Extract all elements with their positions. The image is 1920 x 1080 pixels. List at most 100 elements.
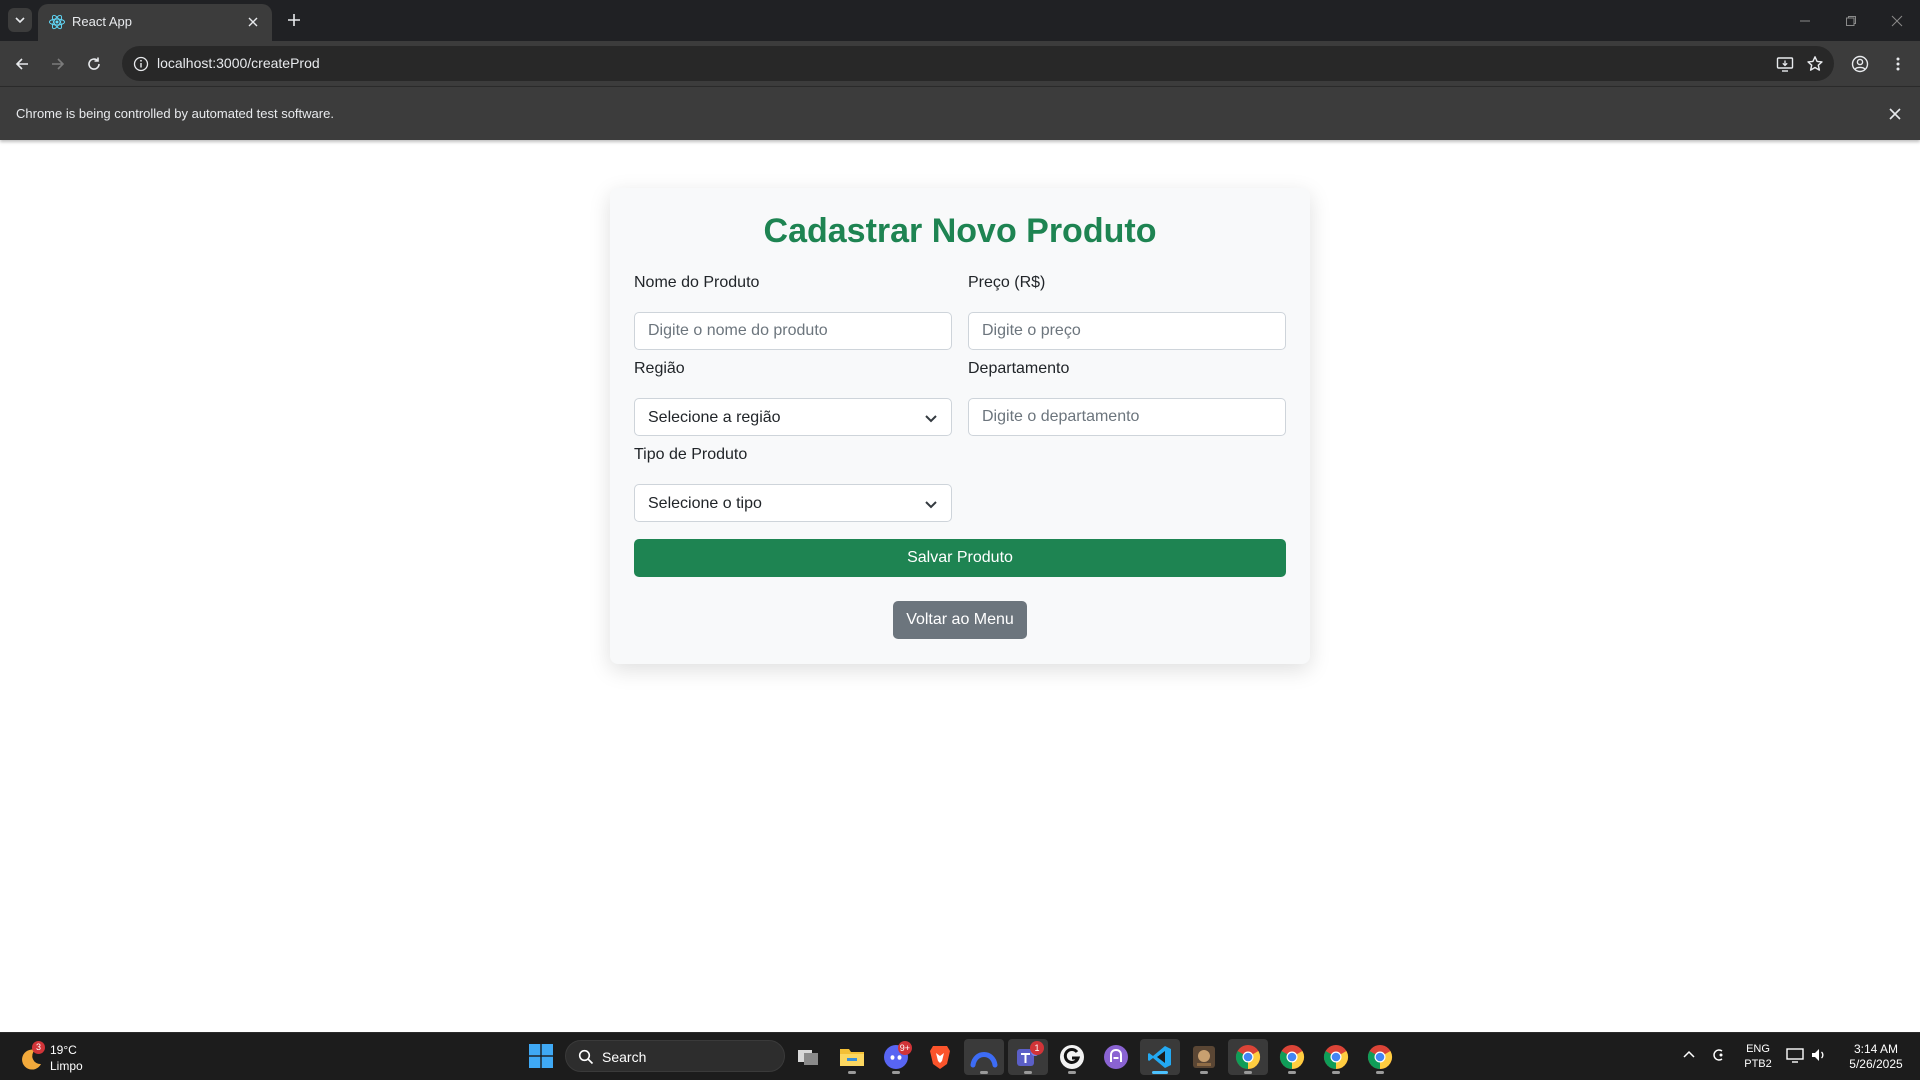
browser-tab[interactable]: React App: [38, 4, 272, 41]
new-tab-button[interactable]: [282, 8, 306, 32]
running-indicator: [1068, 1071, 1076, 1074]
github-icon: [1104, 1045, 1128, 1069]
taskbar-app-brave[interactable]: [920, 1039, 960, 1075]
chevron-down-icon: [925, 501, 937, 509]
site-info-button[interactable]: [130, 53, 152, 75]
automation-infobar: Chrome is being controlled by automated …: [0, 86, 1920, 140]
weather-badge: 3: [32, 1041, 45, 1054]
clock-time: 3:14 AM: [1853, 1042, 1899, 1056]
profile-button[interactable]: [1846, 50, 1874, 78]
browser-tab-strip: React App: [0, 0, 1920, 41]
brave-icon: [930, 1046, 950, 1069]
close-window-button[interactable]: [1874, 0, 1920, 41]
address-bar[interactable]: localhost:3000/createProd: [122, 46, 1834, 81]
search-icon: [578, 1049, 594, 1065]
volume-icon: [1812, 1049, 1824, 1061]
bookmark-button[interactable]: [1804, 53, 1826, 75]
taskbar-app-chrome-1[interactable]: [1228, 1039, 1268, 1075]
regiao-label: Região: [634, 360, 685, 377]
tray-overflow-button[interactable]: [1682, 1047, 1696, 1064]
taskbar-app-g[interactable]: [1052, 1039, 1092, 1075]
field-tipo-produto: Tipo de Produto Selecione o tipo: [634, 446, 952, 522]
preco-input[interactable]: [968, 312, 1286, 350]
taskbar-app-chrome-3[interactable]: [1316, 1039, 1356, 1075]
taskbar-clock[interactable]: 3:14 AM 5/26/2025: [1836, 1042, 1916, 1072]
close-icon: [1891, 15, 1903, 26]
weather-condition: Limpo: [50, 1059, 83, 1073]
arrow-left-icon: [15, 58, 28, 70]
reload-icon: [88, 57, 100, 70]
taskbar-app-file-explorer[interactable]: [832, 1039, 872, 1075]
back-to-menu-button[interactable]: Voltar ao Menu: [893, 601, 1027, 639]
clock-date: 5/26/2025: [1849, 1057, 1903, 1071]
taskbar-app-game[interactable]: [1184, 1039, 1224, 1075]
close-icon: [1889, 108, 1901, 120]
address-url: localhost:3000/createProd: [157, 55, 320, 71]
tipo-produto-select[interactable]: Selecione o tipo: [634, 484, 952, 522]
chrome-icon: [1235, 1045, 1261, 1069]
tab-close-button[interactable]: [244, 13, 262, 31]
product-form-card: Cadastrar Novo Produto Nome do Produto P…: [610, 188, 1310, 664]
taskbar-app-task-view[interactable]: [788, 1039, 828, 1075]
keyboard-layout: PTB2: [1744, 1058, 1772, 1070]
chevron-down-icon: [15, 17, 25, 24]
nome-produto-input[interactable]: [634, 312, 952, 350]
running-indicator: [1288, 1071, 1296, 1074]
discord-badge: 9+: [897, 1041, 912, 1055]
browser-toolbar: localhost:3000/createProd: [0, 41, 1920, 86]
network-icon: [1713, 1049, 1723, 1061]
infobar-close-button[interactable]: [1884, 103, 1906, 125]
chrome-menu-button[interactable]: [1884, 50, 1912, 78]
nome-produto-label: Nome do Produto: [634, 274, 760, 291]
tab-search-button[interactable]: [8, 8, 32, 32]
taskbar-app-teams[interactable]: 1: [1008, 1039, 1048, 1075]
tray-volume-button[interactable]: [1810, 1047, 1828, 1066]
tipo-selected-value: Selecione o tipo: [648, 495, 762, 512]
reload-button[interactable]: [80, 50, 108, 78]
restore-button[interactable]: [1828, 0, 1874, 41]
restore-icon: [1846, 15, 1856, 26]
plus-icon: [288, 14, 300, 26]
forward-button[interactable]: [44, 50, 72, 78]
page-title: Cadastrar Novo Produto: [763, 212, 1157, 250]
taskbar-app-vscode[interactable]: [1140, 1039, 1180, 1075]
install-app-button[interactable]: [1774, 53, 1796, 75]
g-app-icon: [1060, 1045, 1084, 1069]
save-product-button[interactable]: Salvar Produto: [634, 539, 1286, 577]
field-preco: Preço (R$): [968, 274, 1286, 350]
language-indicator[interactable]: ENG PTB2: [1736, 1042, 1780, 1072]
weather-temperature: 19°C: [50, 1043, 77, 1057]
start-button[interactable]: [524, 1039, 558, 1073]
minimize-button[interactable]: [1782, 0, 1828, 41]
field-departamento: Departamento: [968, 360, 1286, 436]
taskbar-app-chrome-4[interactable]: [1360, 1039, 1400, 1075]
tray-network-button[interactable]: [1712, 1047, 1728, 1066]
running-indicator: [1332, 1071, 1340, 1074]
back-button[interactable]: [8, 50, 36, 78]
arc-icon: [970, 1052, 998, 1068]
tray-display-button[interactable]: [1786, 1047, 1804, 1066]
info-icon: [133, 56, 149, 72]
taskbar-app-chrome-2[interactable]: [1272, 1039, 1312, 1075]
chevron-up-icon: [1683, 1050, 1695, 1058]
regiao-select[interactable]: Selecione a região: [634, 398, 952, 436]
account-icon: [1851, 55, 1869, 73]
taskbar-app-arc[interactable]: [964, 1039, 1004, 1075]
running-indicator: [1200, 1071, 1208, 1074]
preco-label: Preço (R$): [968, 274, 1046, 291]
close-icon: [248, 17, 258, 27]
tipo-produto-label: Tipo de Produto: [634, 446, 748, 463]
chevron-down-icon: [925, 415, 937, 423]
running-indicator: [848, 1071, 856, 1074]
chrome-icon: [1323, 1045, 1349, 1069]
weather-widget[interactable]: 3 19°C Limpo: [18, 1041, 138, 1075]
taskbar-app-discord[interactable]: 9+: [876, 1039, 916, 1075]
chrome-icon: [1367, 1045, 1393, 1069]
game-icon: [1193, 1046, 1215, 1068]
taskbar-app-github-desktop[interactable]: [1096, 1039, 1136, 1075]
taskbar-search-box[interactable]: Search: [565, 1040, 785, 1072]
running-indicator: [1024, 1071, 1032, 1074]
star-icon: [1807, 56, 1823, 71]
departamento-input[interactable]: [968, 398, 1286, 436]
field-regiao: Região Selecione a região: [634, 360, 952, 436]
